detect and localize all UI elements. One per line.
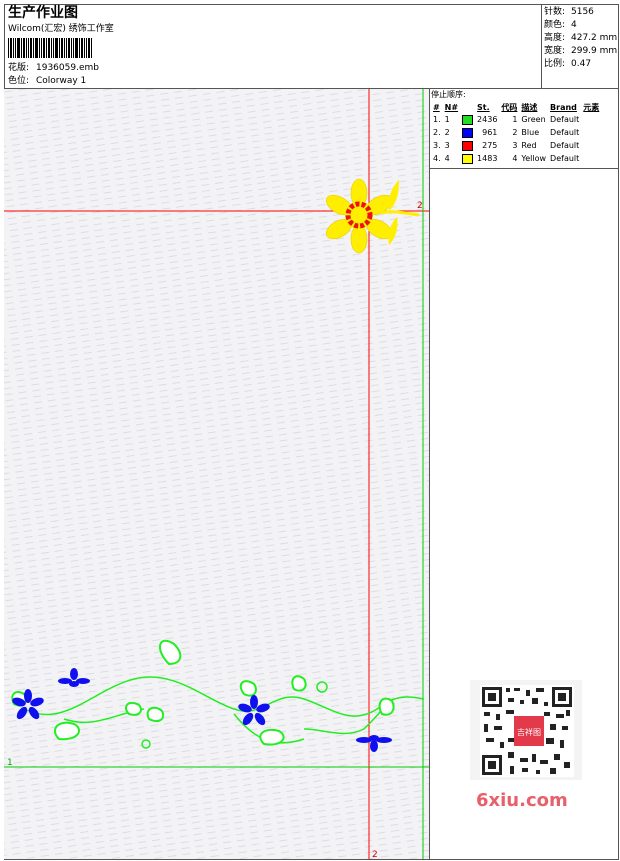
color-swatch	[462, 127, 474, 138]
header-box	[4, 4, 619, 89]
qr-code-watermark: 吉祥图	[470, 680, 582, 780]
col-element: 元素	[583, 102, 600, 112]
row-description: Green	[521, 115, 546, 124]
stop-sequence-panel: 停止顺序: # N# St. 代码 描述 Brand 元素 1. 1 2436 …	[431, 89, 617, 165]
row-stitches: 275	[482, 141, 498, 150]
stat-stitches-label: 针数:	[544, 7, 566, 17]
production-worksheet: 生产作业图 Wilcom(汇宏) 绣饰工作室 花版: 1936059.emb 色…	[0, 0, 620, 861]
row-index: 3.	[433, 141, 441, 150]
qr-code-icon: 吉祥图	[480, 685, 574, 777]
stat-height-value: 427.2 mm	[571, 33, 618, 43]
row-element	[581, 126, 601, 139]
row-brand: Default	[550, 115, 580, 124]
design-canvas: 2 1 2	[4, 89, 429, 859]
guide-label-red-vertical: 2	[372, 850, 378, 859]
stat-stitches-value: 5156	[571, 7, 594, 17]
color-swatch	[462, 140, 474, 151]
row-element	[581, 139, 601, 152]
row-swatch	[460, 126, 475, 139]
guide-label-red-horizontal: 2	[417, 201, 423, 211]
row-brand: Default	[550, 128, 580, 137]
colorway-value: Colorway 1	[36, 76, 87, 86]
row-index: 4.	[433, 154, 441, 163]
stat-colors-label: 颜色:	[544, 20, 566, 30]
stat-width-label: 宽度:	[544, 46, 566, 56]
col-code: 代码	[501, 102, 518, 112]
row-needle: 3	[444, 141, 450, 150]
col-swatch	[460, 101, 475, 113]
watermark-text: 6xiu.com	[476, 790, 568, 811]
col-brand: Brand	[550, 102, 577, 112]
table-row: 2. 2 961 2 Blue Default	[431, 126, 601, 139]
table-row: 3. 3 275 3 Red Default	[431, 139, 601, 152]
row-stitches: 2436	[477, 115, 498, 124]
seal-text: 吉祥图	[517, 727, 541, 737]
row-code: 3	[512, 141, 518, 150]
color-swatch	[462, 114, 474, 125]
col-needle: N#	[444, 102, 459, 112]
row-element	[581, 152, 601, 165]
design-label: 花版:	[8, 63, 30, 73]
row-stitches: 961	[482, 128, 498, 137]
row-brand: Default	[550, 141, 580, 150]
stop-table-header: # N# St. 代码 描述 Brand 元素	[431, 101, 601, 113]
stat-height-label: 高度:	[544, 33, 566, 43]
embroidery-preview: 2 1 2	[4, 89, 429, 859]
row-description: Yellow	[521, 154, 547, 163]
stop-sequence-table: # N# St. 代码 描述 Brand 元素 1. 1 2436 1 Gree…	[431, 101, 601, 165]
guide-label-green-horizontal: 1	[7, 758, 13, 768]
stat-width-value: 299.9 mm	[571, 46, 618, 56]
row-code: 2	[512, 128, 518, 137]
row-needle: 2	[444, 128, 450, 137]
row-brand: Default	[550, 154, 580, 163]
table-row: 4. 4 1483 4 Yellow Default	[431, 152, 601, 165]
row-swatch	[460, 113, 475, 126]
row-description: Blue	[521, 128, 540, 137]
table-row: 1. 1 2436 1 Green Default	[431, 113, 601, 126]
barcode	[8, 38, 93, 58]
row-description: Red	[521, 141, 537, 150]
design-value: 1936059.emb	[36, 63, 99, 73]
row-code: 1	[512, 115, 518, 124]
colorway-label: 色位:	[8, 76, 30, 86]
stat-colors-value: 4	[571, 20, 577, 30]
row-index: 2.	[433, 128, 441, 137]
row-stitches: 1483	[477, 154, 498, 163]
company-name: Wilcom(汇宏) 绣饰工作室	[8, 24, 114, 34]
stat-scale-value: 0.47	[571, 59, 592, 69]
row-swatch	[460, 139, 475, 152]
color-swatch	[462, 153, 474, 164]
row-code: 4	[512, 154, 518, 163]
page-title: 生产作业图	[8, 5, 78, 21]
row-needle: 1	[444, 115, 450, 124]
stat-scale-label: 比例:	[544, 59, 566, 69]
stop-sequence-title: 停止顺序:	[431, 90, 466, 99]
row-index: 1.	[433, 115, 441, 124]
row-element	[581, 113, 601, 126]
row-swatch	[460, 152, 475, 165]
row-needle: 4	[444, 154, 450, 163]
col-description: 描述	[521, 102, 538, 112]
col-index: #	[433, 102, 440, 112]
col-stitches: St.	[477, 102, 490, 112]
